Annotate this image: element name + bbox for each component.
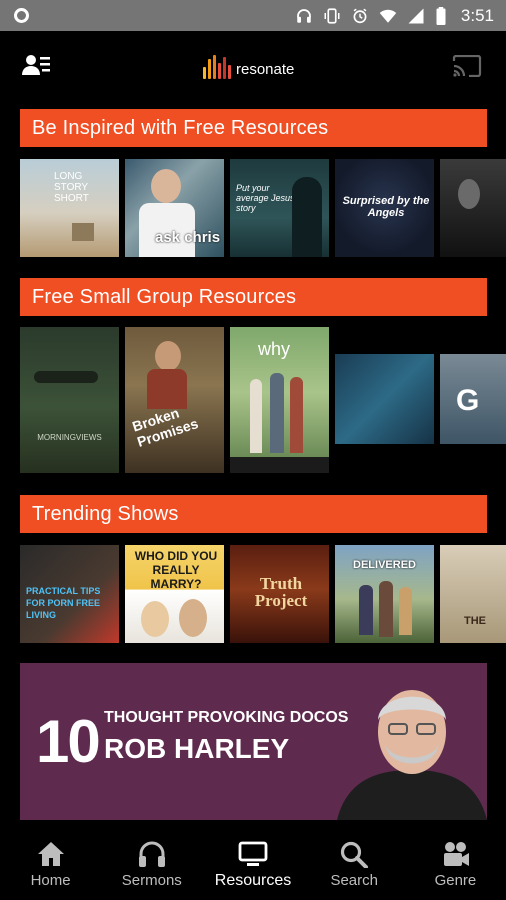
thumbnail-morningviews[interactable]: MORNINGVIEWS [20,327,119,473]
presenter-portrait [337,690,487,820]
logo-bars-icon [203,55,231,79]
thumbnail-why[interactable]: why [230,327,329,473]
thumbnail-average-jesus-story[interactable]: Put your average Jesus story [230,159,329,257]
face-shape-2 [179,599,207,637]
thumbnail-row-inspired: LONG STORY SHORT ask chris Put your aver… [20,159,506,257]
person-shape-3 [399,587,412,635]
face-shape [458,179,480,209]
home-icon [37,842,64,866]
nav-label-genre: Genre [434,872,477,889]
face-shape [155,341,181,371]
notification-icon [14,8,29,23]
promo-banner[interactable]: 10 THOUGHT PROVOKING DOCOS ROB HARLEY [20,663,487,820]
credits-strip [230,457,329,473]
nav-item-genre[interactable]: Genre [405,830,506,900]
thumbnail-broken-promises[interactable]: Broken Promises [125,327,224,473]
figure-shape [34,371,98,383]
logo-text: resonate [236,61,295,78]
status-bar: 3:51 [0,0,506,31]
headphones-icon [138,841,165,867]
resonate-logo: resonate [203,51,294,79]
nav-label-home: Home [30,872,71,889]
person-shape-1 [359,585,373,635]
alarm-icon [353,8,367,23]
thumbnail-row-trending: PRACTICAL TIPS FOR PORN FREE LIVING WHO … [20,545,506,643]
thumbnail-blue-story[interactable] [335,354,434,444]
nav-label-search: Search [330,872,378,889]
nav-item-search[interactable]: Search [304,830,405,900]
search-icon [341,841,369,868]
ruin-shape [72,223,94,241]
banner-number: 10 [36,708,101,775]
signal-icon [408,8,424,23]
person-shape-1 [250,379,262,453]
section-header-trending[interactable]: Trending Shows [20,495,487,533]
bottom-navigation: Home Sermons Resources Search Genre [0,830,506,900]
thumbnail-porn-free-living[interactable]: PRACTICAL TIPS FOR PORN FREE LIVING [20,545,119,643]
banner-title: ROB HARLEY [104,733,290,764]
wifi-icon [379,9,397,23]
vibrate-icon [324,7,340,24]
thumbnail-surprised-by-angels[interactable]: Surprised by the Angels [335,159,434,257]
person-shape-2 [270,373,284,453]
status-icons: 3:51 [295,0,494,31]
person-shape-2 [379,581,393,637]
monitor-icon [238,841,268,866]
face-shape-1 [141,601,169,637]
headphones-status-icon [297,8,311,23]
nav-item-home[interactable]: Home [0,830,101,900]
genre-icon [444,842,470,866]
nav-label-sermons: Sermons [121,872,182,889]
thumbnail-truth-project[interactable]: Truth Project [230,545,329,643]
battery-icon [436,6,446,25]
thumbnail-ask-chris[interactable]: ask chris [125,159,224,257]
silhouette-shape [292,177,322,257]
nav-item-resources[interactable]: Resources [202,830,303,900]
person-shape-3 [290,377,303,453]
thumbnail-long-story-short[interactable]: LONG STORY SHORT [20,159,119,257]
app-header: resonate [0,31,506,99]
thumbnail-partial-the[interactable]: THE [440,545,506,643]
section-header-inspired[interactable]: Be Inspired with Free Resources [20,109,487,147]
status-time: 3:51 [460,5,494,25]
cast-icon[interactable] [452,55,482,77]
thumbnail-partial-g[interactable]: G [440,354,506,444]
nav-label-resources: Resources [214,872,292,889]
thumbnail-row-small-group: MORNINGVIEWS Broken Promises why G [20,327,506,473]
thumbnail-delivered[interactable]: DELIVERED [335,545,434,643]
nav-item-sermons[interactable]: Sermons [101,830,202,900]
banner-subtitle: THOUGHT PROVOKING DOCOS [104,709,349,726]
thumbnail-who-did-you-marry[interactable]: WHO DID YOU REALLY MARRY? [125,545,224,643]
presenter-face [151,169,181,203]
section-header-small-group[interactable]: Free Small Group Resources [20,278,487,316]
thumbnail-partial-5[interactable] [440,159,506,257]
account-menu-icon[interactable] [22,53,50,77]
